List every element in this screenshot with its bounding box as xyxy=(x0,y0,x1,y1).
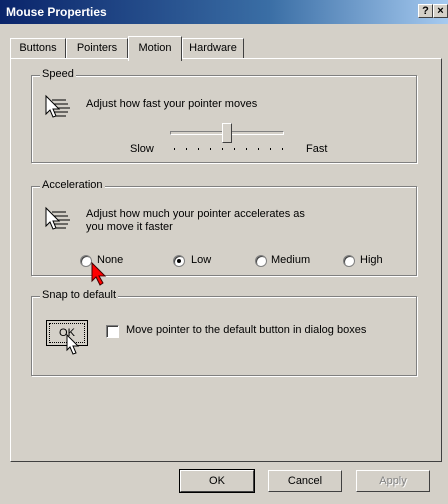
radio-high[interactable] xyxy=(343,255,355,267)
tab-hardware[interactable]: Hardware xyxy=(182,38,244,58)
acceleration-description-line2: you move it faster xyxy=(86,221,173,233)
snap-pointer-icon xyxy=(66,334,80,355)
slider-tick xyxy=(186,148,187,150)
slider-tick xyxy=(282,148,283,150)
pointer-acceleration-icon xyxy=(45,206,70,230)
slider-tick xyxy=(222,148,223,150)
radio-low[interactable] xyxy=(173,255,185,267)
apply-button[interactable]: Apply xyxy=(356,470,430,492)
slider-tick xyxy=(210,148,211,150)
slow-label: Slow xyxy=(130,143,154,155)
mouse-cursor-icon xyxy=(91,262,107,286)
snap-checkbox[interactable] xyxy=(106,325,119,338)
slider-tick xyxy=(198,148,199,150)
radio-high-label[interactable]: High xyxy=(360,254,383,266)
speed-legend: Speed xyxy=(40,68,76,80)
slider-tick xyxy=(234,148,235,150)
radio-medium[interactable] xyxy=(255,255,267,267)
slider-tick xyxy=(270,148,271,150)
title-bar[interactable]: Mouse Properties ? × xyxy=(0,0,448,24)
tab-pointers[interactable]: Pointers xyxy=(66,38,128,58)
tab-buttons[interactable]: Buttons xyxy=(10,38,66,58)
snap-checkbox-label[interactable]: Move pointer to the default button in di… xyxy=(126,324,366,336)
speed-slider-ticks xyxy=(174,148,283,152)
close-button[interactable]: × xyxy=(433,4,448,18)
snap-legend: Snap to default xyxy=(40,289,119,301)
ok-button[interactable]: OK xyxy=(179,469,255,493)
speed-description: Adjust how fast your pointer moves xyxy=(86,98,258,110)
window-title: Mouse Properties xyxy=(6,5,107,19)
fast-label: Fast xyxy=(306,143,328,155)
apply-button-label: Apply xyxy=(379,475,407,487)
speed-slider-thumb[interactable] xyxy=(222,123,232,143)
ok-button-label: OK xyxy=(209,475,225,487)
slider-tick xyxy=(246,148,247,150)
pointer-speed-icon xyxy=(45,94,70,118)
radio-low-label[interactable]: Low xyxy=(191,254,211,266)
help-button[interactable]: ? xyxy=(418,4,433,18)
cancel-button[interactable]: Cancel xyxy=(268,470,342,492)
cancel-button-label: Cancel xyxy=(287,475,323,487)
slider-tick xyxy=(174,148,175,150)
slider-tick xyxy=(258,148,259,150)
acceleration-legend: Acceleration xyxy=(40,179,105,191)
snap-group: Snap to default xyxy=(31,289,417,376)
acceleration-description-line1: Adjust how much your pointer accelerates… xyxy=(86,208,305,220)
radio-medium-label[interactable]: Medium xyxy=(271,254,310,266)
tab-motion[interactable]: Motion xyxy=(128,36,182,61)
